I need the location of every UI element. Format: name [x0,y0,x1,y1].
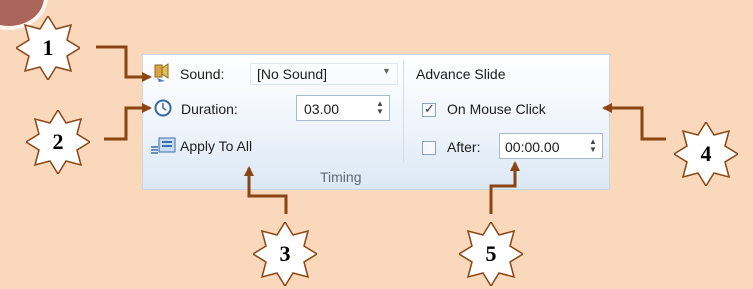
callout-badge-1: 1 [16,16,80,80]
callout-badge-2: 2 [26,110,90,174]
callout-arrows [96,45,666,214]
callout-badge-4: 4 [674,122,738,186]
callout-badge-3: 3 [253,222,317,286]
callout-number-4: 4 [700,141,712,166]
callout-badge-5: 5 [459,222,523,286]
callout-number-3: 3 [279,241,291,266]
callout-number-5: 5 [485,241,497,266]
callout-number-2: 2 [52,129,64,154]
callout-number-1: 1 [42,35,54,60]
